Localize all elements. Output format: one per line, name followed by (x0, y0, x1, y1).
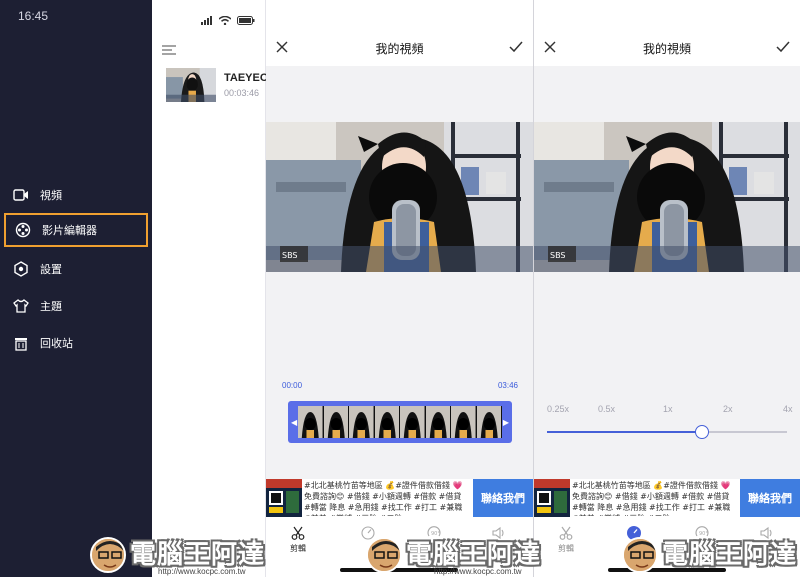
timeline-frame (349, 406, 375, 438)
speed-slider-knob[interactable] (695, 425, 709, 439)
video-thumbnail (166, 68, 216, 102)
mascot-face-icon (90, 537, 126, 573)
contact-us-button[interactable]: 聯絡我們 (740, 479, 800, 517)
timeline-frame (323, 406, 349, 438)
timeline-frames (298, 406, 502, 438)
speed-scale: 0.25x 0.5x 1x 2x 4x (534, 404, 800, 416)
svg-text:SBS: SBS (550, 251, 566, 260)
editor-title: 我的視頻 (375, 42, 424, 56)
editor-header: 我的視頻 (534, 0, 800, 66)
scissors-icon (546, 525, 586, 541)
video-list-panel: TAEYEON 00:03:46 (152, 0, 276, 577)
speed-option[interactable]: 1x (663, 404, 673, 414)
drawer-item-theme[interactable]: 主題 (4, 289, 148, 323)
video-duration: 00:03:46 (224, 88, 260, 98)
drawer-item-videos[interactable]: 視頻 (4, 178, 148, 212)
mascot-face-icon (622, 537, 658, 573)
watermark-url: http://www.kocpc.com.tw (158, 567, 246, 576)
battery-icon (237, 10, 255, 29)
watermark: 電腦王阿達 http://www.kocpc.com.tw (366, 531, 544, 577)
watermark-text: 電腦王阿達 (662, 540, 798, 570)
timeline-frame (476, 406, 502, 438)
timeline-frame (374, 406, 400, 438)
side-drawer: 16:45 視頻 影片編輯器 設置 主題 回收站 (0, 0, 152, 577)
tool-trim[interactable]: 剪輯 (278, 525, 318, 554)
ad-text: #北北基桃竹苗等地區 💰#證件借款借錢 💗免費諮詢😊 #借錢 #小額週轉 #借款… (304, 481, 463, 516)
ad-banner[interactable]: #北北基桃竹苗等地區 💰#證件借款借錢 💗免費諮詢😊 #借錢 #小額週轉 #借款… (534, 479, 800, 517)
watermark-text: 電腦王阿達 (130, 540, 266, 570)
drawer-item-settings[interactable]: 設置 (4, 252, 148, 286)
timeline-frame (298, 406, 324, 438)
speed-slider[interactable] (547, 425, 787, 439)
watermark-text: 電腦王阿達 (406, 540, 542, 570)
timeline-frame (451, 406, 477, 438)
hexagon-settings-icon (12, 260, 30, 278)
scissors-icon (278, 525, 318, 541)
mascot-face-icon (366, 537, 402, 573)
speed-slider-fill (547, 431, 702, 433)
drawer-item-label: 設置 (40, 263, 62, 276)
drawer-item-label: 視頻 (40, 189, 62, 202)
trim-left-handle-icon[interactable]: ◀ (291, 418, 297, 427)
watermark-url: http://www.kocpc.com.tw (434, 567, 522, 576)
speed-option[interactable]: 4x (783, 404, 793, 414)
svg-text:SBS: SBS (282, 251, 298, 260)
speed-option[interactable]: 2x (723, 404, 733, 414)
drawer-item-trash[interactable]: 回收站 (4, 326, 148, 360)
video-preview[interactable]: SBS (266, 122, 533, 272)
speed-option[interactable]: 0.5x (598, 404, 615, 414)
confirm-check-icon[interactable] (776, 38, 790, 57)
editor-title: 我的視頻 (642, 42, 691, 56)
watermark: 電腦王阿達 http://www.kocpc.com.tw (90, 531, 268, 577)
video-preview[interactable]: SBS (534, 122, 800, 272)
timeline-frame (425, 406, 451, 438)
ad-banner[interactable]: #北北基桃竹苗等地區 💰#證件借款借錢 💗免費諮詢😊 #借錢 #小額週轉 #借款… (266, 479, 533, 517)
watermark: 電腦王阿達 (622, 531, 800, 577)
ad-text: #北北基桃竹苗等地區 💰#證件借款借錢 💗免費諮詢😊 #借錢 #小額週轉 #借款… (572, 481, 731, 516)
confirm-check-icon[interactable] (509, 38, 523, 57)
ad-image (534, 479, 570, 517)
drawer-item-label: 主題 (40, 300, 62, 313)
film-reel-icon (14, 221, 32, 239)
timeline-frame (400, 406, 426, 438)
trim-start-time: 00:00 (282, 381, 303, 390)
video-camera-icon (12, 186, 30, 204)
trim-right-handle-icon[interactable]: ▶ (503, 418, 509, 427)
drawer-item-label: 影片編輯器 (42, 224, 97, 237)
editor-trim-panel: 我的視頻 SBS 00:00 03:46 ◀ ▶ #北北基桃竹苗等地區 💰#證件… (266, 0, 533, 577)
tshirt-icon (12, 297, 30, 315)
ad-image (266, 479, 302, 517)
status-icons (201, 10, 255, 29)
tool-label: 剪輯 (290, 544, 306, 553)
trash-bin-icon (12, 334, 30, 352)
trim-end-time: 03:46 (497, 381, 518, 390)
signal-icon (201, 10, 213, 29)
editor-header: 我的視頻 (266, 0, 533, 66)
menu-icon[interactable] (162, 40, 176, 59)
contact-us-button[interactable]: 聯絡我們 (473, 479, 533, 517)
tool-label: 剪輯 (558, 544, 574, 553)
drawer-item-video-editor[interactable]: 影片編輯器 (4, 213, 148, 247)
status-time: 16:45 (18, 9, 49, 23)
tool-trim[interactable]: 剪輯 (546, 525, 586, 554)
video-list-item[interactable]: TAEYEON 00:03:46 (166, 68, 276, 104)
trim-timeline-strip[interactable]: ◀ ▶ (288, 401, 512, 443)
speed-option[interactable]: 0.25x (547, 404, 569, 414)
editor-speed-panel: 我的視頻 SBS 0.25x 0.5x 1x 2x 4x #北北基桃竹苗等地區 … (533, 0, 800, 577)
wifi-icon (218, 10, 232, 29)
drawer-item-label: 回收站 (40, 337, 73, 350)
